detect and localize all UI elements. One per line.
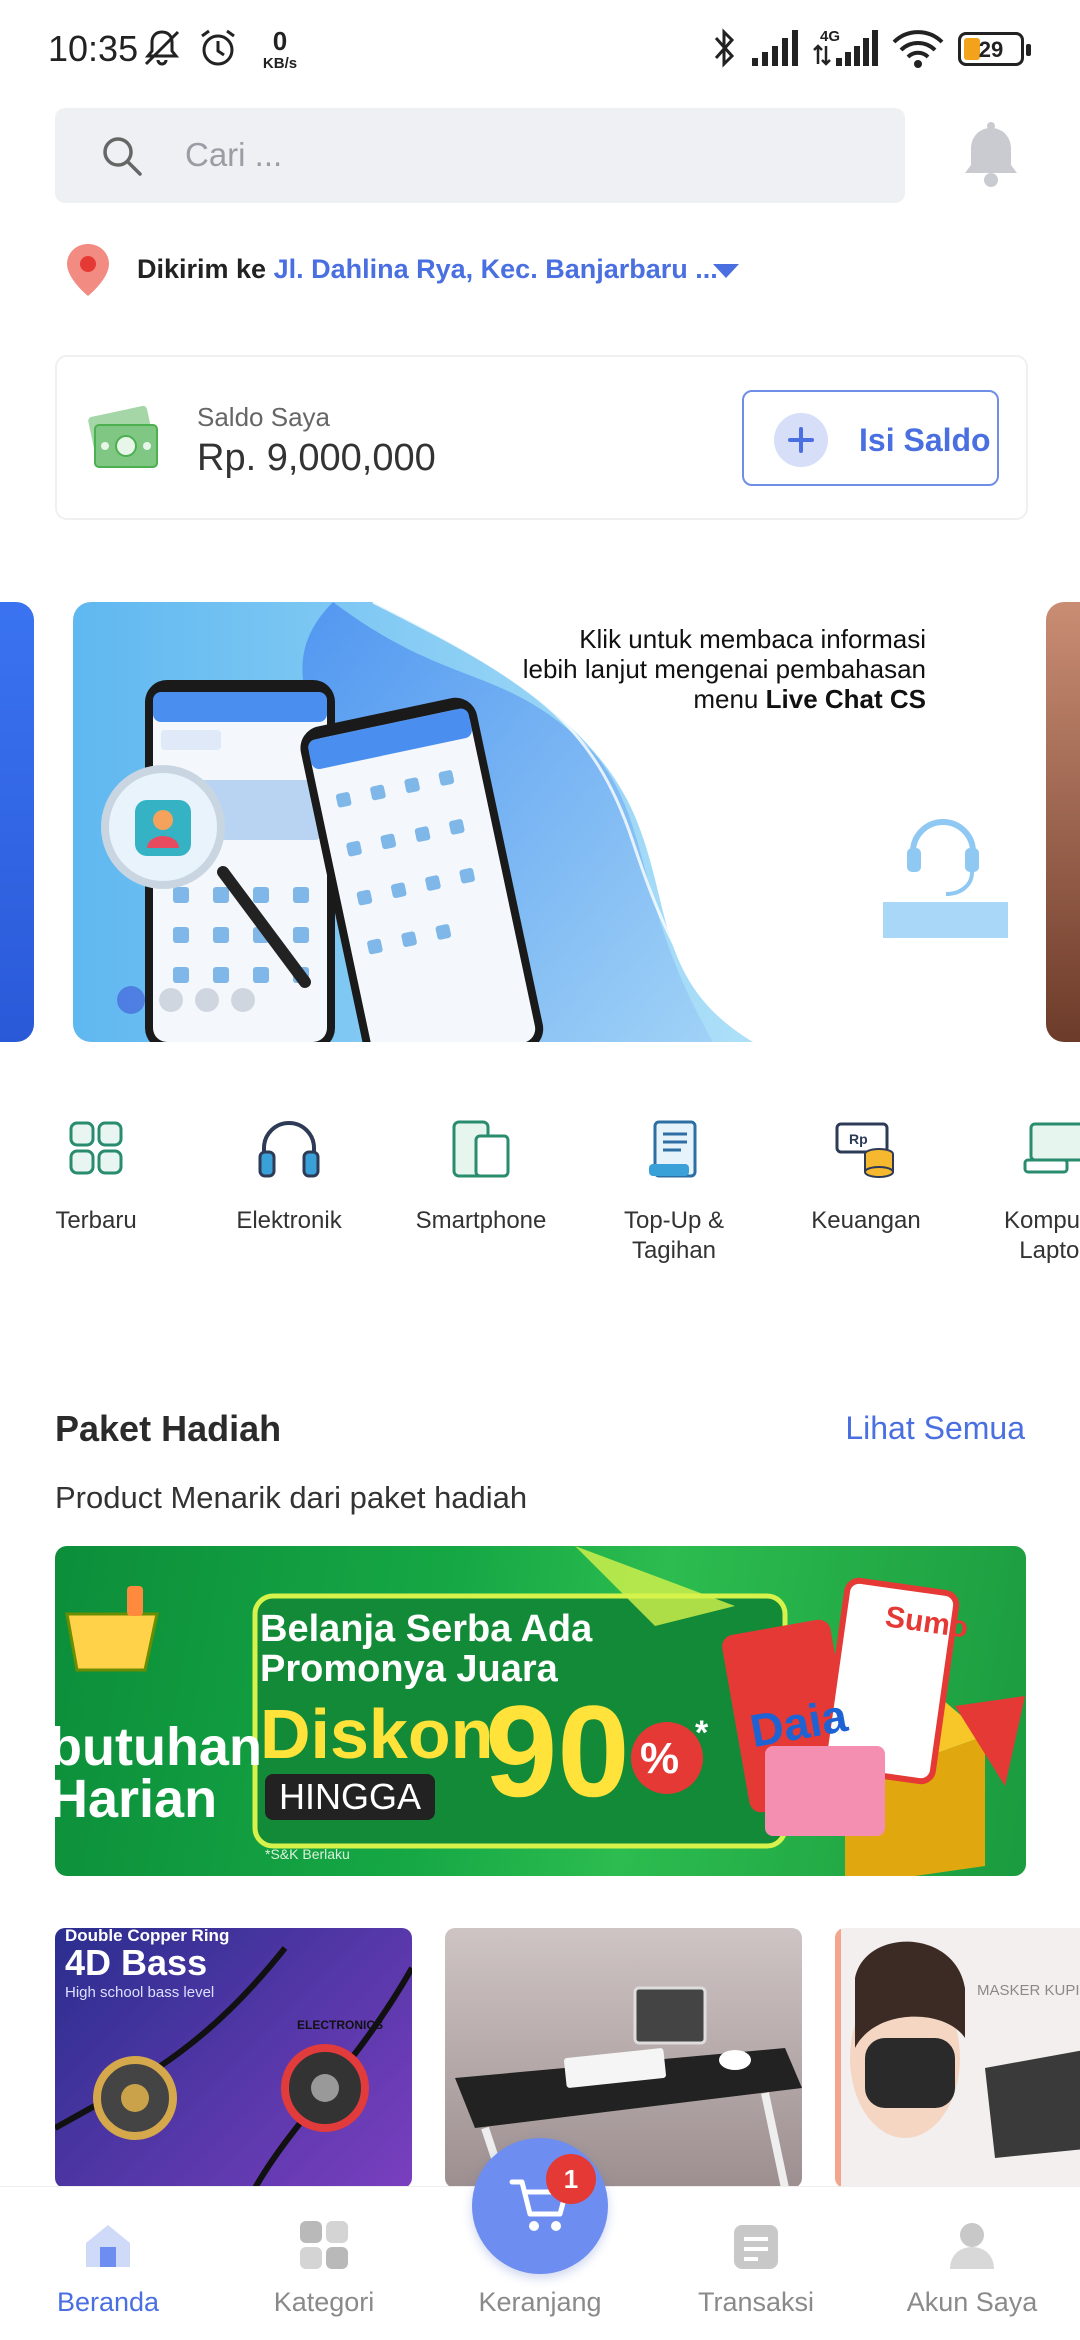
devices-icon	[452, 1120, 510, 1178]
section-subtitle: Product Menarik dari paket hadiah	[55, 1480, 528, 1515]
search-input[interactable]: Cari ...	[55, 108, 905, 203]
nav-akun-saya[interactable]: Akun Saya	[864, 2187, 1080, 2340]
mask-image	[835, 1928, 1080, 2188]
product-card-mask[interactable]: MASKER KUPIN	[835, 1928, 1080, 2188]
balance-card: Saldo Saya Rp. 9,000,000 Isi Saldo	[55, 355, 1028, 520]
category-label: Komputer Laptop	[1003, 1207, 1080, 1264]
money-icon: Rp	[835, 1122, 894, 1178]
mute-icon	[144, 30, 180, 66]
promo-line1: Belanja Serba Ada	[260, 1608, 593, 1650]
promo-diskon: Diskon	[260, 1695, 494, 1773]
profile-icon	[950, 2223, 994, 2269]
svg-text:Rp: Rp	[849, 1131, 868, 1147]
transaction-icon	[734, 2225, 778, 2269]
cart-count-badge: 1	[546, 2154, 596, 2204]
earphones-image	[55, 1946, 412, 2188]
cart-button[interactable]	[472, 2138, 608, 2274]
section-title: Paket Hadiah	[55, 1408, 282, 1449]
nav-kategori[interactable]: Kategori	[216, 2187, 432, 2340]
category-label: Terbaru	[55, 1207, 137, 1234]
delivery-address[interactable]: Dikirim ke Jl. Dahlina Rya, Kec. Banjarb…	[60, 238, 760, 298]
alarm-icon	[201, 29, 235, 66]
promo-note: *S&K Berlaku	[265, 1846, 350, 1862]
see-all-link[interactable]: Lihat Semua	[845, 1410, 1025, 1447]
balance-amount: Rp. 9,000,000	[197, 437, 436, 479]
promo-banner[interactable]: Belanja Serba Ada Promonya Juara butuhan…	[55, 1546, 1026, 1876]
carousel-prev-banner[interactable]	[0, 602, 34, 1042]
address-value: Jl. Dahlina Rya, Kec. Banjarbaru ...	[273, 254, 718, 284]
receipt-icon	[649, 1120, 697, 1178]
product-card-laptop-table[interactable]	[445, 1928, 802, 2188]
location-pin-icon	[67, 244, 109, 296]
nav-beranda[interactable]: Beranda	[0, 2187, 216, 2340]
category-label: Top-Up & Tagihan	[623, 1207, 725, 1264]
nav-label: Beranda	[56, 2287, 160, 2317]
promo-hingga: HINGGA	[265, 1774, 436, 1820]
promo-asterisk: *	[695, 1714, 709, 1752]
category-label: Elektronik	[236, 1207, 342, 1234]
category-terbaru[interactable]: Terbaru	[6, 1118, 186, 1236]
balance-title: Saldo Saya	[197, 402, 330, 432]
live-chat-banner[interactable]: Klik untuk membaca informasi lebih lanju…	[73, 602, 1008, 1042]
banner-caption: Klik untuk membaca informasi lebih lanju…	[522, 624, 926, 714]
network-speed: 0 KB/s	[262, 26, 298, 72]
status-bar: 10:35 0 KB/s 4G 29	[0, 0, 1080, 100]
promo-left-2: Harian	[55, 1769, 218, 1829]
category-label: Smartphone	[415, 1207, 547, 1234]
category-topup-tagihan[interactable]: Top-Up & Tagihan	[584, 1118, 764, 1266]
plus-icon	[774, 413, 828, 467]
category-komputer-laptop[interactable]: Komputer Laptop	[966, 1118, 1080, 1266]
bluetooth-icon	[714, 28, 735, 68]
money-icon	[88, 405, 158, 468]
home-icon	[86, 2225, 130, 2267]
product-card-earphones[interactable]: Double Copper Ring 4D Bass High school b…	[55, 1928, 412, 2188]
notification-bell-icon[interactable]	[955, 120, 1027, 192]
top-up-button[interactable]: Isi Saldo	[742, 390, 999, 486]
category-label: Keuangan	[811, 1207, 921, 1234]
headphones-icon	[258, 1121, 320, 1178]
computer-icon	[1023, 1122, 1080, 1174]
nav-label: Keranjang	[478, 2287, 602, 2317]
chevron-down-icon[interactable]	[711, 262, 741, 280]
nav-label: Kategori	[273, 2287, 375, 2317]
promo-number: 90	[485, 1678, 630, 1824]
category-elektronik[interactable]: Elektronik	[199, 1118, 379, 1236]
nav-transaksi[interactable]: Transaksi	[648, 2187, 864, 2340]
grid-icon	[69, 1121, 123, 1175]
category-row: Terbaru Elektronik Smartphone Top-Up & T…	[0, 1118, 1080, 1268]
address-text: Dikirim ke Jl. Dahlina Rya, Kec. Banjarb…	[137, 254, 718, 285]
promo-percent: %	[640, 1734, 680, 1783]
search-placeholder: Cari ...	[185, 136, 283, 173]
wifi-icon	[892, 30, 944, 68]
laptop-table-image	[455, 1986, 802, 2188]
nav-label: Akun Saya	[906, 2287, 1038, 2317]
address-label: Dikirim ke	[137, 254, 267, 284]
category-icon	[300, 2221, 348, 2269]
status-time: 10:35	[48, 28, 139, 69]
search-icon	[103, 137, 142, 176]
battery-icon: 29	[958, 32, 1031, 66]
nav-label: Transaksi	[697, 2287, 815, 2317]
category-keuangan[interactable]: Rp Keuangan	[776, 1118, 956, 1236]
app-screen: 10:35 0 KB/s 4G 29 Cari ... Dikirim ke J…	[0, 0, 1080, 2340]
signal-icon	[752, 30, 798, 66]
signal-4g-icon	[813, 30, 878, 66]
top-up-label: Isi Saldo	[859, 422, 991, 458]
carousel-next-banner[interactable]	[1046, 602, 1080, 1042]
category-smartphone[interactable]: Smartphone	[391, 1118, 571, 1236]
battery-percent: 29	[978, 37, 1004, 62]
